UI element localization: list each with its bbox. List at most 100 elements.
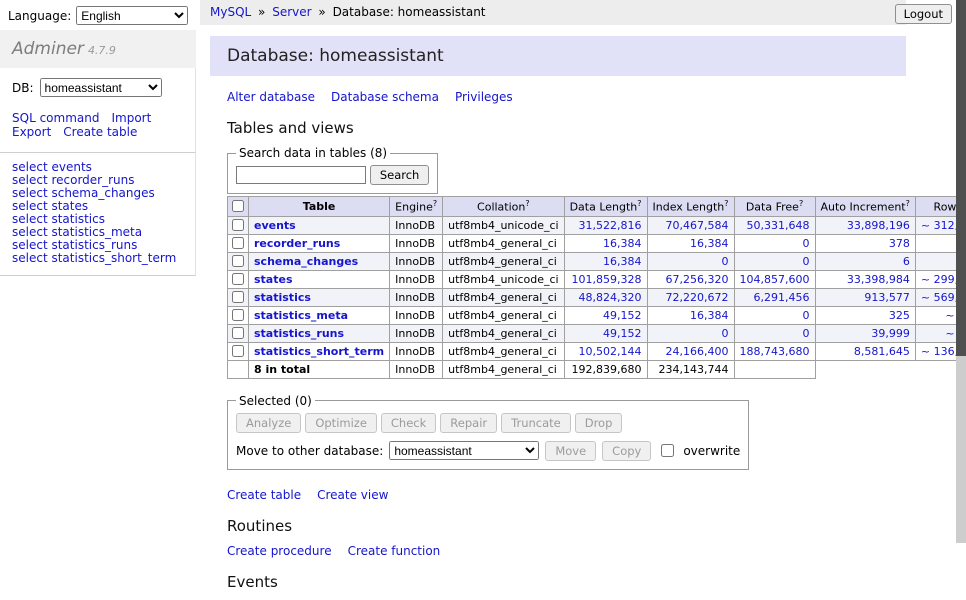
data-free-link[interactable]: 0 [803,255,810,268]
column-header-engine[interactable]: Engine? [390,197,443,217]
data-length-link[interactable]: 49,152 [603,309,642,322]
data-length-link[interactable]: 16,384 [603,237,642,250]
sidebar-link[interactable]: SQL command [12,111,99,125]
auto-increment-link[interactable]: 33,398,984 [847,273,910,286]
help-superscript[interactable]: ? [525,199,529,208]
sidebar-link[interactable]: Export [12,125,51,139]
create-link[interactable]: Create table [227,488,301,502]
sidebar-table-link[interactable]: select statistics_short_term [12,252,183,265]
routine-link[interactable]: Create function [348,544,441,558]
index-length-link[interactable]: 16,384 [690,309,729,322]
create-link[interactable]: Create view [317,488,388,502]
move-db-select[interactable]: homeassistant [389,441,539,460]
data-free-link[interactable]: 50,331,648 [747,219,810,232]
scrollbar-thumb[interactable] [956,0,966,356]
sidebar-table-link[interactable]: select statistics_meta [12,226,183,239]
row-checkbox[interactable] [232,291,244,303]
index-length-link[interactable]: 0 [722,327,729,340]
column-header-auto-increment[interactable]: Auto Increment? [815,197,915,217]
sidebar-link[interactable]: Import [111,111,151,125]
data-free-link[interactable]: 6,291,456 [754,291,810,304]
help-superscript[interactable]: ? [906,199,910,208]
table-name-link[interactable]: events [254,219,296,232]
help-superscript[interactable]: ? [433,199,437,208]
vertical-scrollbar[interactable] [956,0,966,543]
table-name-link[interactable]: statistics_short_term [254,345,384,358]
overwrite-label[interactable]: overwrite [683,444,740,458]
index-length-link[interactable]: 72,220,672 [666,291,729,304]
data-length-link[interactable]: 10,502,144 [579,345,642,358]
data-free-link[interactable]: 0 [803,237,810,250]
table-name-link[interactable]: statistics_runs [254,327,344,340]
select-all-checkbox[interactable] [232,200,244,212]
data-length-link[interactable]: 49,152 [603,327,642,340]
repair-button[interactable]: Repair [440,413,497,433]
auto-increment-link[interactable]: 378 [889,237,910,250]
drop-button[interactable]: Drop [575,413,623,433]
column-header-table[interactable]: Table [249,197,390,217]
data-length-link[interactable]: 16,384 [603,255,642,268]
data-length-link[interactable]: 48,824,320 [579,291,642,304]
table-name-link[interactable]: schema_changes [254,255,358,268]
auto-increment-link[interactable]: 33,898,196 [847,219,910,232]
column-header-collation[interactable]: Collation? [443,197,564,217]
table-name-link[interactable]: states [254,273,293,286]
row-checkbox[interactable] [232,309,244,321]
index-length-link[interactable]: 24,166,400 [666,345,729,358]
help-superscript[interactable]: ? [724,199,728,208]
overwrite-checkbox[interactable] [661,444,674,457]
help-superscript[interactable]: ? [637,199,641,208]
row-checkbox[interactable] [232,345,244,357]
sidebar-table-link[interactable]: select recorder_runs [12,174,183,187]
search-input[interactable] [236,166,366,184]
data-length-link[interactable]: 31,522,816 [579,219,642,232]
table-name-link[interactable]: statistics [254,291,311,304]
auto-increment-link[interactable]: 913,577 [864,291,910,304]
routine-link[interactable]: Create procedure [227,544,332,558]
truncate-button[interactable]: Truncate [501,413,571,433]
move-button[interactable]: Move [545,441,596,461]
breadcrumb-mysql-link[interactable]: MySQL [210,5,251,19]
row-checkbox[interactable] [232,255,244,267]
data-free-link[interactable]: 0 [803,309,810,322]
table-name-link[interactable]: statistics_meta [254,309,348,322]
auto-increment-link[interactable]: 8,581,645 [854,345,910,358]
index-length-link[interactable]: 67,256,320 [666,273,729,286]
index-length-link[interactable]: 0 [722,255,729,268]
data-free-link[interactable]: 0 [803,327,810,340]
index-length-link[interactable]: 16,384 [690,237,729,250]
help-superscript[interactable]: ? [799,199,803,208]
data-free-link[interactable]: 188,743,680 [740,345,810,358]
optimize-button[interactable]: Optimize [305,413,377,433]
row-checkbox[interactable] [232,219,244,231]
breadcrumb-server-link[interactable]: Server [272,5,311,19]
logout-button[interactable]: Logout [895,4,952,24]
column-header-data-free[interactable]: Data Free? [734,197,815,217]
row-checkbox[interactable] [232,237,244,249]
db-select[interactable]: homeassistant [40,78,162,97]
sidebar-link[interactable]: Create table [63,125,137,139]
auto-increment-link[interactable]: 325 [889,309,910,322]
row-checkbox[interactable] [232,273,244,285]
column-header-data-length[interactable]: Data Length? [564,197,647,217]
auto-increment-link[interactable]: 6 [903,255,910,268]
sidebar-table-link[interactable]: select statistics [12,213,183,226]
index-length-link[interactable]: 70,467,584 [666,219,729,232]
check-button[interactable]: Check [381,413,436,433]
column-header-index-length[interactable]: Index Length? [647,197,734,217]
sidebar-table-link[interactable]: select events [12,161,183,174]
sidebar-table-link[interactable]: select statistics_runs [12,239,183,252]
row-checkbox[interactable] [232,327,244,339]
sidebar-table-link[interactable]: select states [12,200,183,213]
copy-button[interactable]: Copy [602,441,651,461]
db-action-link[interactable]: Alter database [227,90,315,104]
db-action-link[interactable]: Privileges [455,90,513,104]
table-name-link[interactable]: recorder_runs [254,237,340,250]
db-action-link[interactable]: Database schema [331,90,439,104]
data-length-link[interactable]: 101,859,328 [572,273,642,286]
sidebar-table-link[interactable]: select schema_changes [12,187,183,200]
search-button[interactable]: Search [370,165,430,185]
auto-increment-link[interactable]: 39,999 [871,327,910,340]
data-free-link[interactable]: 104,857,600 [740,273,810,286]
analyze-button[interactable]: Analyze [236,413,301,433]
